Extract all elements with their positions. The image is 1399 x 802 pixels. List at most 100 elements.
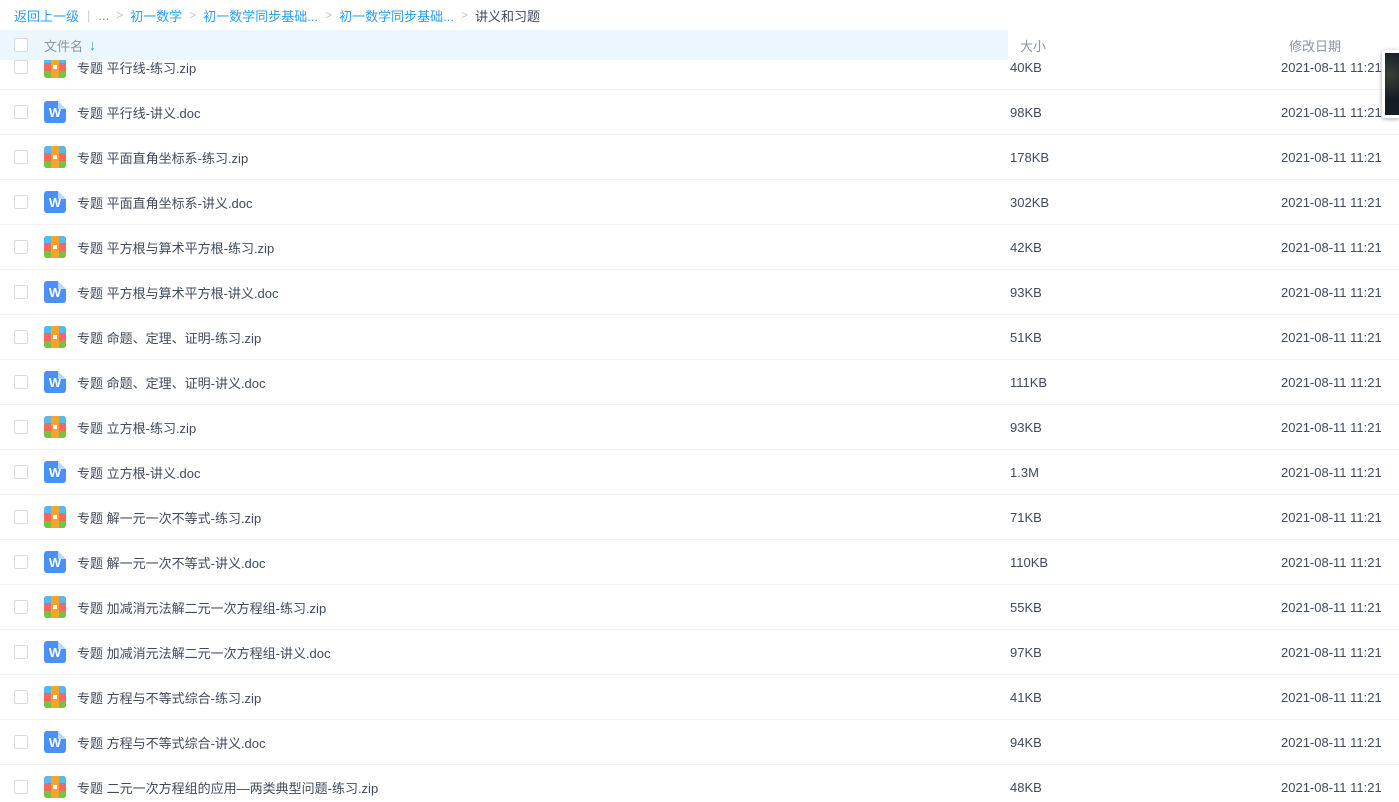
row-checkbox[interactable] (14, 780, 28, 794)
breadcrumb-item-0[interactable]: 初一数学 (130, 6, 182, 25)
row-checkbox[interactable] (14, 105, 28, 119)
file-modified-date: 2021-08-11 11:21 (1281, 645, 1399, 660)
table-row-8[interactable]: 专题 立方根-练习.zip 93KB 2021-08-11 11:21 (0, 405, 1399, 450)
file-name-link[interactable]: 专题 方程与不等式综合-练习.zip (77, 688, 261, 707)
row-name-cell: W 专题 平方根与算术平方根-讲义.doc (0, 281, 1010, 303)
row-checkbox[interactable] (14, 465, 28, 479)
file-name-link[interactable]: 专题 平面直角坐标系-练习.zip (77, 148, 248, 167)
table-row-14[interactable]: 专题 方程与不等式综合-练习.zip 41KB 2021-08-11 11:21 (0, 675, 1399, 720)
row-checkbox[interactable] (14, 330, 28, 344)
word-doc-icon: W (44, 461, 66, 483)
file-name-link[interactable]: 专题 平方根与算术平方根-讲义.doc (77, 283, 279, 302)
breadcrumb-separator: > (189, 8, 196, 22)
row-checkbox[interactable] (14, 240, 28, 254)
page-fold-corner (58, 371, 66, 379)
row-checkbox[interactable] (14, 600, 28, 614)
page-fold-corner (58, 551, 66, 559)
back-up-link[interactable]: 返回上一级 (14, 6, 79, 25)
file-name-link[interactable]: 专题 平面直角坐标系-讲义.doc (77, 193, 253, 212)
file-name-link[interactable]: 专题 二元一次方程组的应用—两类典型问题-练习.zip (77, 778, 378, 797)
zip-archive-icon (44, 236, 66, 258)
page-fold-corner (58, 191, 66, 199)
file-size: 1.3M (1010, 465, 1281, 480)
select-all-checkbox[interactable] (14, 38, 28, 52)
header-size-column: 大小 (1010, 36, 1281, 55)
table-row-3[interactable]: W 专题 平面直角坐标系-讲义.doc 302KB 2021-08-11 11:… (0, 180, 1399, 225)
table-row-5[interactable]: W 专题 平方根与算术平方根-讲义.doc 93KB 2021-08-11 11… (0, 270, 1399, 315)
table-row-10[interactable]: 专题 解一元一次不等式-练习.zip 71KB 2021-08-11 11:21 (0, 495, 1399, 540)
column-header-date[interactable]: 修改日期 (1281, 36, 1341, 55)
table-row-13[interactable]: W 专题 加减消元法解二元一次方程组-讲义.doc 97KB 2021-08-1… (0, 630, 1399, 675)
breadcrumb-separator: > (461, 8, 468, 22)
row-checkbox[interactable] (14, 690, 28, 704)
file-modified-date: 2021-08-11 11:21 (1281, 195, 1399, 210)
file-name-link[interactable]: 专题 方程与不等式综合-讲义.doc (77, 733, 266, 752)
row-checkbox[interactable] (14, 510, 28, 524)
row-name-cell: 专题 命题、定理、证明-练习.zip (0, 326, 1010, 348)
zip-archive-icon (44, 596, 66, 618)
breadcrumb: 返回上一级 | ... > 初一数学 > 初一数学同步基础... > 初一数学同… (0, 0, 1399, 30)
file-name-link[interactable]: 专题 解一元一次不等式-讲义.doc (77, 553, 266, 572)
row-name-cell: W 专题 加减消元法解二元一次方程组-讲义.doc (0, 641, 1010, 663)
table-row-6[interactable]: 专题 命题、定理、证明-练习.zip 51KB 2021-08-11 11:21 (0, 315, 1399, 360)
row-checkbox[interactable] (14, 645, 28, 659)
file-name-link[interactable]: 专题 平行线-练习.zip (77, 60, 196, 77)
row-checkbox[interactable] (14, 60, 28, 74)
file-name-link[interactable]: 专题 立方根-练习.zip (77, 418, 196, 437)
file-size: 42KB (1010, 240, 1281, 255)
file-modified-date: 2021-08-11 11:21 (1281, 150, 1399, 165)
table-row-12[interactable]: 专题 加减消元法解二元一次方程组-练习.zip 55KB 2021-08-11 … (0, 585, 1399, 630)
file-list: 专题 平行线-练习.zip 40KB 2021-08-11 11:21 W 专题… (0, 60, 1399, 802)
edge-floating-window[interactable] (1382, 50, 1399, 118)
row-checkbox[interactable] (14, 555, 28, 569)
page-fold-corner (58, 641, 66, 649)
row-name-cell: 专题 二元一次方程组的应用—两类典型问题-练习.zip (0, 776, 1010, 798)
word-doc-icon: W (44, 101, 66, 123)
table-row-1[interactable]: W 专题 平行线-讲义.doc 98KB 2021-08-11 11:21 (0, 90, 1399, 135)
table-row-2[interactable]: 专题 平面直角坐标系-练习.zip 178KB 2021-08-11 11:21 (0, 135, 1399, 180)
sort-descending-icon[interactable]: ↓ (89, 37, 96, 53)
file-name-link[interactable]: 专题 解一元一次不等式-练习.zip (77, 508, 261, 527)
table-row-7[interactable]: W 专题 命题、定理、证明-讲义.doc 111KB 2021-08-11 11… (0, 360, 1399, 405)
file-name-link[interactable]: 专题 平行线-讲义.doc (77, 103, 201, 122)
file-size: 98KB (1010, 105, 1281, 120)
row-checkbox[interactable] (14, 735, 28, 749)
word-doc-icon: W (44, 731, 66, 753)
column-header-filename[interactable]: 文件名 (44, 36, 83, 55)
zip-archive-icon (44, 506, 66, 528)
table-row-16[interactable]: 专题 二元一次方程组的应用—两类典型问题-练习.zip 48KB 2021-08… (0, 765, 1399, 802)
breadcrumb-ellipsis[interactable]: ... (98, 8, 109, 23)
page-fold-corner (58, 101, 66, 109)
row-checkbox[interactable] (14, 150, 28, 164)
breadcrumb-separator: > (116, 8, 123, 22)
table-row-11[interactable]: W 专题 解一元一次不等式-讲义.doc 110KB 2021-08-11 11… (0, 540, 1399, 585)
word-doc-icon: W (44, 191, 66, 213)
file-name-link[interactable]: 专题 加减消元法解二元一次方程组-练习.zip (77, 598, 326, 617)
file-size: 97KB (1010, 645, 1281, 660)
zip-archive-icon (44, 776, 66, 798)
file-name-link[interactable]: 专题 命题、定理、证明-练习.zip (77, 328, 261, 347)
breadcrumb-item-2[interactable]: 初一数学同步基础... (339, 6, 454, 25)
column-header-size[interactable]: 大小 (1010, 36, 1046, 55)
file-name-link[interactable]: 专题 立方根-讲义.doc (77, 463, 201, 482)
table-row-9[interactable]: W 专题 立方根-讲义.doc 1.3M 2021-08-11 11:21 (0, 450, 1399, 495)
row-checkbox[interactable] (14, 195, 28, 209)
file-size: 94KB (1010, 735, 1281, 750)
file-size: 41KB (1010, 690, 1281, 705)
row-name-cell: W 专题 平面直角坐标系-讲义.doc (0, 191, 1010, 213)
row-checkbox[interactable] (14, 375, 28, 389)
row-checkbox[interactable] (14, 420, 28, 434)
file-size: 71KB (1010, 510, 1281, 525)
word-doc-icon: W (44, 641, 66, 663)
file-name-link[interactable]: 专题 平方根与算术平方根-练习.zip (77, 238, 274, 257)
file-name-link[interactable]: 专题 加减消元法解二元一次方程组-讲义.doc (77, 643, 331, 662)
zip-archive-icon (44, 146, 66, 168)
file-table-header: 文件名 ↓ 大小 修改日期 (0, 30, 1399, 60)
breadcrumb-item-1[interactable]: 初一数学同步基础... (203, 6, 318, 25)
table-row-15[interactable]: W 专题 方程与不等式综合-讲义.doc 94KB 2021-08-11 11:… (0, 720, 1399, 765)
row-checkbox[interactable] (14, 285, 28, 299)
file-name-link[interactable]: 专题 命题、定理、证明-讲义.doc (77, 373, 266, 392)
table-row-4[interactable]: 专题 平方根与算术平方根-练习.zip 42KB 2021-08-11 11:2… (0, 225, 1399, 270)
table-row-0[interactable]: 专题 平行线-练习.zip 40KB 2021-08-11 11:21 (0, 60, 1399, 90)
file-size: 51KB (1010, 330, 1281, 345)
